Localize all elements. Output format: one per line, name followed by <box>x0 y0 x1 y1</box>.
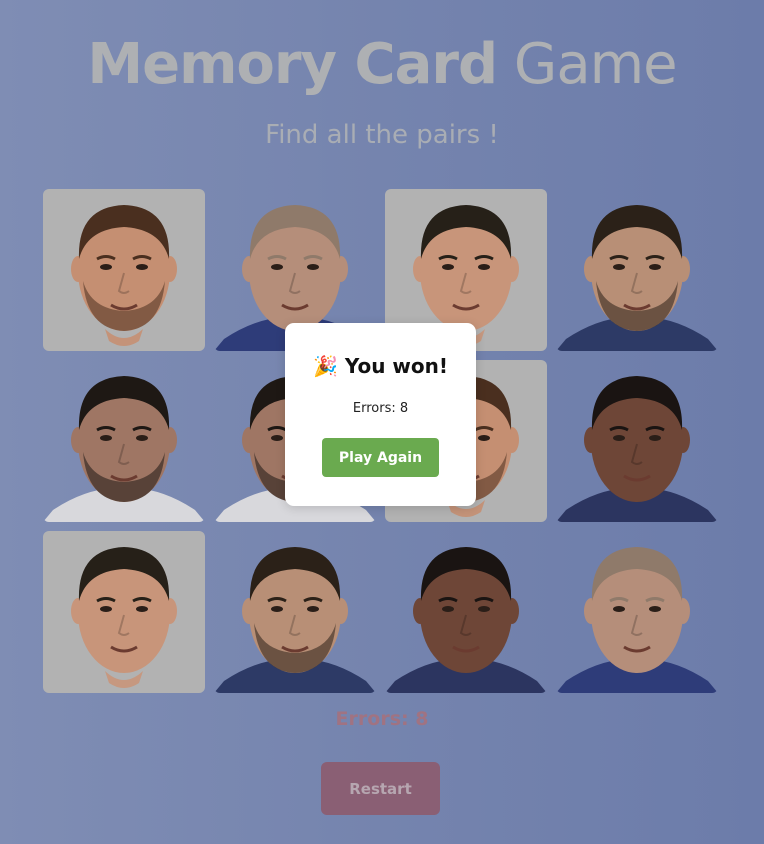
card-ronaldo[interactable] <box>43 531 205 693</box>
party-popper-icon: 🎉 <box>312 354 338 378</box>
card-zidane[interactable] <box>556 531 718 693</box>
card-neymar[interactable] <box>556 189 718 351</box>
restart-button[interactable]: Restart <box>321 762 440 815</box>
page-subtitle: Find all the pairs ! <box>265 120 499 150</box>
ronaldo-portrait-icon <box>71 547 177 688</box>
neymar-portrait-icon <box>214 547 376 693</box>
card-messi[interactable] <box>43 189 205 351</box>
card-dembele[interactable] <box>556 360 718 522</box>
modal-title: 🎉 You won! <box>285 354 476 378</box>
modal-errors: Errors: 8 <box>352 401 409 416</box>
zidane-portrait-icon <box>556 547 718 693</box>
card-dembele[interactable] <box>385 531 547 693</box>
card-benzema[interactable] <box>43 360 205 522</box>
neymar-portrait-icon <box>556 205 718 351</box>
play-again-button[interactable]: Play Again <box>322 438 439 477</box>
dembele-portrait-icon <box>556 376 718 522</box>
messi-portrait-icon <box>71 205 177 346</box>
title-bold: Memory Card <box>87 32 498 97</box>
title-light: Game <box>513 32 678 97</box>
card-neymar[interactable] <box>214 531 376 693</box>
modal-title-text: You won! <box>344 354 449 378</box>
page-title: Memory Card Game <box>0 32 764 97</box>
benzema-portrait-icon <box>43 376 205 522</box>
dembele-portrait-icon <box>385 547 547 693</box>
win-modal: 🎉 You won! Errors: 8 Play Again <box>285 323 476 506</box>
errors-counter: Errors: 8 <box>335 708 429 730</box>
